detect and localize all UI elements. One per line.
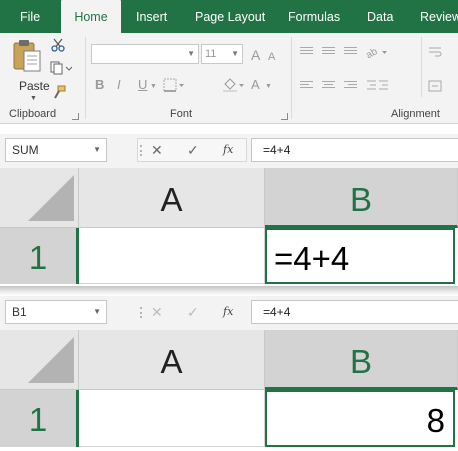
name-box-value: B1 <box>12 305 27 319</box>
grow-font-icon[interactable]: A <box>251 48 260 62</box>
indent-icons[interactable] <box>366 79 390 93</box>
cell-b1-value: 8 <box>426 402 445 439</box>
select-all-button[interactable] <box>0 168 79 228</box>
sheet-panel-result: B1 ▼ ✕ ✓ fx =4+4 A B 1 8 <box>0 296 458 451</box>
clipboard-group-label: Clipboard <box>9 108 57 120</box>
select-all-icon <box>28 337 74 383</box>
ribbon-home: Paste ▼ Clipboard ▼ 11 ▼ A A B I U ▼ A ▼… <box>0 33 458 124</box>
orientation-icon[interactable]: ab <box>364 45 388 59</box>
name-box-value: SUM <box>12 143 39 157</box>
ribbon-tab-bar: File Home Insert Page Layout Formulas Da… <box>0 0 458 33</box>
tab-formulas[interactable]: Formulas <box>288 0 340 33</box>
drag-handle-icon[interactable] <box>140 145 142 156</box>
font-name-box[interactable]: ▼ <box>91 44 199 64</box>
bottom-align-icon[interactable] <box>344 47 357 57</box>
italic-button[interactable]: I <box>117 78 121 92</box>
tab-home[interactable]: Home <box>61 0 121 33</box>
merge-center-icon[interactable] <box>428 80 442 92</box>
column-header-a[interactable]: A <box>79 168 265 228</box>
formula-bar: B1 ▼ ✕ ✓ fx =4+4 <box>0 296 458 330</box>
formula-buttons: ✕ ✓ fx <box>137 300 247 324</box>
cell-a1[interactable] <box>79 228 265 284</box>
chevron-down-icon: ▼ <box>187 49 195 58</box>
column-header-a[interactable]: A <box>79 330 265 390</box>
align-left-icon[interactable] <box>300 81 313 91</box>
borders-icon[interactable] <box>163 78 185 92</box>
shrink-font-icon[interactable]: A <box>268 50 275 64</box>
cancel-icon[interactable]: ✕ <box>151 139 163 161</box>
alignment-group-label: Alignment <box>391 108 440 120</box>
cell-b1[interactable]: 8 <box>265 390 455 447</box>
font-group-label: Font <box>170 108 193 120</box>
align-right-icon[interactable] <box>344 81 357 91</box>
paste-button[interactable]: Paste ▼ <box>8 39 50 102</box>
formula-input[interactable]: =4+4 <box>251 300 458 324</box>
chevron-down-icon: ▼ <box>93 145 101 154</box>
font-size-value: 11 <box>205 48 217 60</box>
font-color-icon[interactable]: A <box>251 78 260 92</box>
select-all-button[interactable] <box>0 330 79 390</box>
formula-buttons: ✕ ✓ fx <box>137 138 247 162</box>
cell-a1[interactable] <box>79 390 265 447</box>
chevron-down-icon: ▼ <box>30 95 37 102</box>
name-box[interactable]: SUM ▼ <box>5 138 107 162</box>
row-header-1[interactable]: 1 <box>0 228 79 284</box>
sheet-panel-editing: SUM ▼ ✕ ✓ fx =4+4 A B 1 =4+4 <box>0 134 458 286</box>
cut-icon[interactable] <box>51 38 65 52</box>
panel-divider <box>0 286 458 296</box>
middle-align-icon[interactable] <box>322 47 335 57</box>
tab-page-layout[interactable]: Page Layout <box>195 0 265 33</box>
select-all-icon <box>28 175 74 221</box>
cancel-icon[interactable]: ✕ <box>151 301 163 323</box>
drag-handle-icon[interactable] <box>140 307 142 318</box>
enter-icon[interactable]: ✓ <box>187 139 199 161</box>
row-header-1[interactable]: 1 <box>0 390 79 447</box>
tab-file[interactable]: File <box>20 0 40 33</box>
tab-review[interactable]: Review <box>420 0 458 33</box>
chevron-down-icon: ▼ <box>150 83 157 90</box>
chevron-down-icon: ▼ <box>231 49 239 58</box>
group-divider <box>85 37 86 119</box>
copy-icon[interactable] <box>50 61 72 75</box>
paste-icon <box>13 40 41 72</box>
align-center-icon[interactable] <box>322 81 335 91</box>
chevron-down-icon: ▼ <box>265 83 272 90</box>
cell-b1[interactable]: =4+4 <box>265 228 455 284</box>
tab-insert[interactable]: Insert <box>136 0 167 33</box>
bold-button[interactable]: B <box>95 78 104 92</box>
cell-b1-value: =4+4 <box>274 240 350 277</box>
top-align-icon[interactable] <box>300 47 313 57</box>
formula-input[interactable]: =4+4 <box>251 138 458 162</box>
svg-text:ab: ab <box>364 46 380 59</box>
clipboard-launcher-icon[interactable] <box>72 113 79 120</box>
font-size-box[interactable]: 11 ▼ <box>201 44 243 64</box>
column-header-b[interactable]: B <box>265 168 458 228</box>
formula-bar: SUM ▼ ✕ ✓ fx =4+4 <box>0 134 458 168</box>
insert-function-icon[interactable]: fx <box>223 301 233 323</box>
underline-button[interactable]: U <box>138 78 147 92</box>
column-header-b[interactable]: B <box>265 330 458 390</box>
font-launcher-icon[interactable] <box>281 113 288 120</box>
wrap-text-icon[interactable] <box>428 46 442 58</box>
format-painter-icon[interactable] <box>52 85 66 99</box>
chevron-down-icon: ▼ <box>93 307 101 316</box>
enter-icon[interactable]: ✓ <box>187 301 199 323</box>
group-divider <box>421 37 422 97</box>
group-divider <box>291 37 292 119</box>
fill-color-icon[interactable] <box>222 78 246 92</box>
insert-function-icon[interactable]: fx <box>223 139 233 161</box>
name-box[interactable]: B1 ▼ <box>5 300 107 324</box>
tab-data[interactable]: Data <box>367 0 393 33</box>
paste-label: Paste <box>19 79 50 93</box>
